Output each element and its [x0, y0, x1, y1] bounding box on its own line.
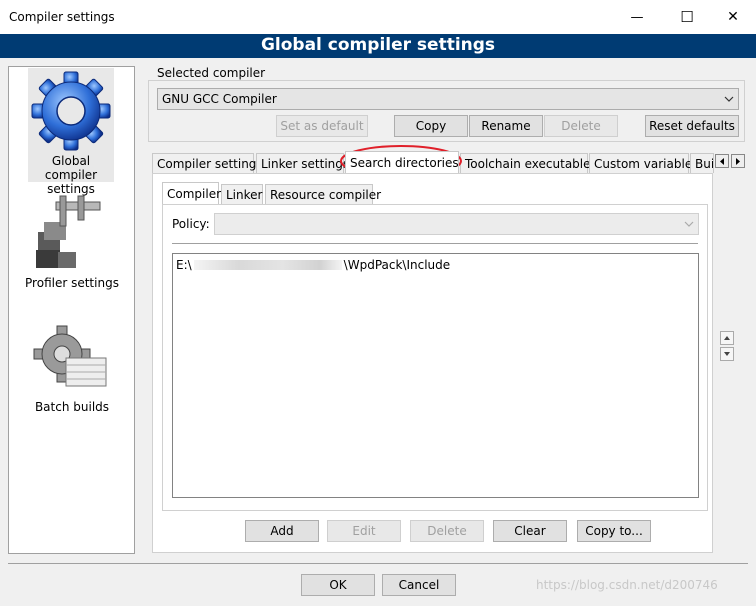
sidebar-item-batch-builds[interactable]: Batch builds [20, 322, 124, 418]
batch-gear-icon [33, 325, 107, 387]
subtab-compiler[interactable]: Compiler [162, 182, 221, 204]
rename-button[interactable]: Rename [469, 115, 543, 137]
redacted-path [193, 260, 342, 270]
set-as-default-button[interactable]: Set as default [276, 115, 368, 137]
arrow-left-icon [720, 157, 724, 165]
chevron-down-icon [684, 221, 694, 227]
directories-list[interactable]: E:\ \WpdPack\Include [172, 253, 699, 498]
tab-toolchain-executables[interactable]: Toolchain executables [460, 153, 597, 173]
list-item-prefix: E:\ [176, 258, 192, 272]
copy-to-button[interactable]: Copy to... [577, 520, 651, 542]
sidebar-item-global-compiler[interactable]: Global compiler settings [28, 68, 114, 196]
arrow-up-icon [724, 336, 730, 340]
move-down-button[interactable] [720, 347, 734, 361]
arrow-down-icon [724, 352, 730, 356]
minimize-button[interactable]: — [622, 4, 652, 30]
close-button[interactable]: ✕ [718, 4, 748, 30]
separator [172, 243, 698, 244]
gear-icon [31, 71, 111, 151]
list-item-suffix: \WpdPack\Include [343, 258, 451, 272]
subtab-linker[interactable]: Linker [221, 184, 263, 204]
add-button[interactable]: Add [245, 520, 319, 542]
maximize-button[interactable]: ☐ [672, 4, 702, 30]
list-item[interactable]: E:\ \WpdPack\Include [176, 257, 450, 273]
subtab-resource-compiler[interactable]: Resource compiler [265, 184, 381, 204]
footer-separator [8, 563, 748, 564]
chevron-down-icon [724, 96, 734, 102]
tab-scroll-right-button[interactable] [731, 154, 745, 168]
tab-build-options[interactable]: Bui [690, 153, 714, 173]
compiler-select[interactable]: GNU GCC Compiler [157, 88, 739, 110]
reset-defaults-button[interactable]: Reset defaults [645, 115, 739, 137]
delete-compiler-button[interactable]: Delete [544, 115, 618, 137]
ok-button[interactable]: OK [301, 574, 375, 596]
watermark: https://blog.csdn.net/d200746 [536, 578, 718, 592]
sidebar-item-profiler[interactable]: Profiler settings [20, 190, 124, 294]
compiler-select-value: GNU GCC Compiler [162, 92, 277, 106]
policy-select[interactable] [214, 213, 699, 235]
banner-title: Global compiler settings [260, 35, 496, 55]
arrow-right-icon [736, 157, 740, 165]
policy-label: Policy: [172, 217, 210, 231]
caliper-icon [36, 195, 101, 268]
selected-compiler-label: Selected compiler [154, 66, 269, 80]
tab-compiler-settings[interactable]: Compiler settings [152, 153, 263, 173]
delete-button[interactable]: Delete [410, 520, 484, 542]
window-title: Compiler settings [9, 10, 115, 24]
move-up-button[interactable] [720, 331, 734, 345]
edit-button[interactable]: Edit [327, 520, 401, 542]
copy-button[interactable]: Copy [394, 115, 468, 137]
tab-linker-settings[interactable]: Linker settings [256, 153, 349, 173]
tab-search-directories[interactable]: Search directories [345, 151, 459, 173]
tab-custom-variables[interactable]: Custom variables [589, 153, 698, 173]
cancel-button[interactable]: Cancel [382, 574, 456, 596]
tab-scroll-left-button[interactable] [715, 154, 729, 168]
clear-button[interactable]: Clear [493, 520, 567, 542]
sidebar-item-label: Batch builds [34, 400, 110, 414]
sidebar-item-label: Profiler settings [25, 276, 119, 290]
